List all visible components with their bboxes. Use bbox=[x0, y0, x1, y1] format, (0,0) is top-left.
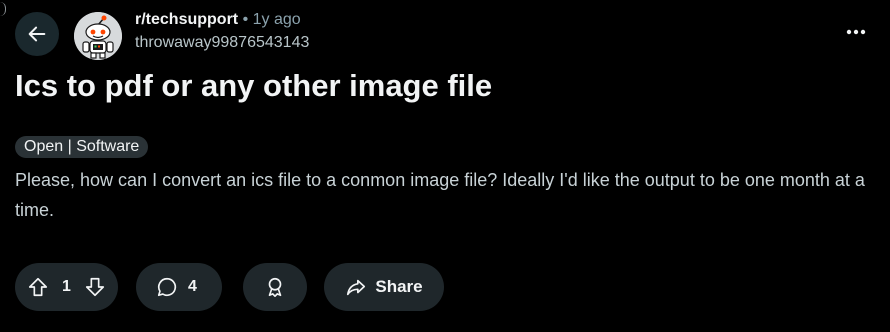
award-button[interactable] bbox=[243, 263, 307, 311]
upvote-button[interactable] bbox=[27, 276, 49, 298]
post-body: Please, how can I convert an ics file to… bbox=[15, 170, 865, 220]
meta-separator: • bbox=[242, 11, 249, 28]
arrow-left-icon bbox=[28, 26, 46, 42]
share-label: Share bbox=[375, 277, 423, 296]
post-flair[interactable]: Open | Software bbox=[15, 136, 149, 158]
back-button[interactable] bbox=[15, 12, 59, 56]
vote-control: 1 bbox=[15, 263, 118, 311]
more-options-button[interactable] bbox=[844, 22, 868, 42]
share-button[interactable]: Share bbox=[324, 263, 444, 311]
edge-fragment-icon bbox=[0, 2, 6, 16]
post-page: r/techsupport • 1y ago throwaway99876543… bbox=[0, 0, 890, 332]
share-arrow-icon bbox=[347, 279, 366, 296]
subreddit-link[interactable]: r/techsupport bbox=[135, 11, 238, 28]
author-link[interactable]: throwaway99876543143 bbox=[135, 33, 309, 53]
post-title: Ics to pdf or any other image file bbox=[15, 68, 493, 103]
post-meta: r/techsupport • 1y ago throwaway99876543… bbox=[135, 10, 309, 53]
award-icon bbox=[268, 277, 282, 297]
comment-count: 4 bbox=[188, 278, 197, 295]
subreddit-avatar[interactable] bbox=[74, 12, 122, 60]
comments-button[interactable]: 4 bbox=[136, 263, 222, 311]
post-age: 1y ago bbox=[252, 11, 301, 28]
downvote-button[interactable] bbox=[84, 276, 106, 298]
post-meta-line: r/techsupport • 1y ago bbox=[135, 10, 309, 30]
arrow-down-icon bbox=[85, 277, 105, 297]
vote-count: 1 bbox=[62, 278, 71, 295]
arrow-up-icon bbox=[28, 277, 48, 297]
snoo-robot-icon bbox=[74, 12, 122, 60]
ellipsis-icon bbox=[846, 29, 866, 35]
speech-bubble-icon bbox=[157, 277, 177, 297]
